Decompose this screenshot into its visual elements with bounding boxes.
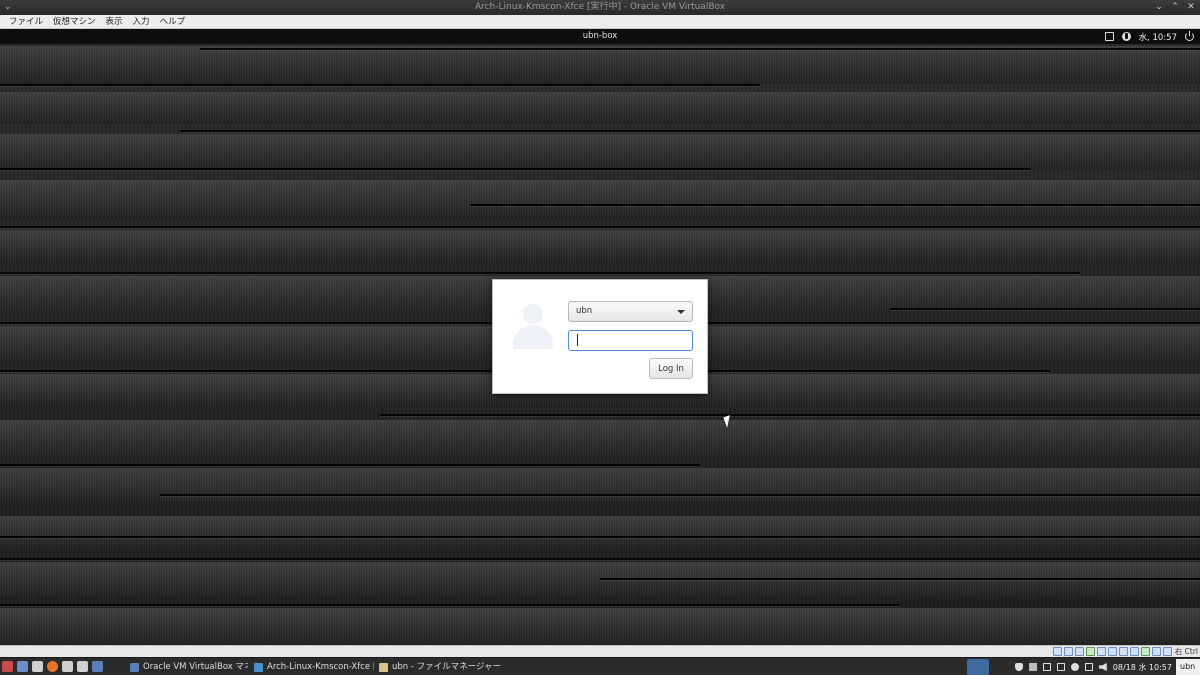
update-icon[interactable]: [1070, 663, 1079, 671]
menu-help[interactable]: ヘルプ: [155, 15, 191, 29]
recording-icon[interactable]: [1130, 647, 1139, 656]
window-menu-icon[interactable]: ⌄: [4, 0, 12, 15]
mouse-integration-icon[interactable]: [1152, 647, 1161, 656]
login-button[interactable]: Log In: [649, 358, 693, 379]
optical-drive-icon[interactable]: [1064, 647, 1073, 656]
taskbar-clock[interactable]: 08/18 水 10:57: [1113, 662, 1172, 673]
user-avatar-icon: [513, 303, 553, 349]
active-app-icon[interactable]: [967, 659, 989, 675]
hdd-icon[interactable]: [1053, 647, 1062, 656]
host-key-label: 右 Ctrl: [1174, 647, 1198, 656]
editor-icon[interactable]: [62, 661, 73, 672]
text-cursor: [577, 334, 578, 346]
window-title: Arch-Linux-Kmscon-Xfce [実行中] - Oracle VM…: [474, 2, 726, 12]
cpu-icon[interactable]: [1141, 647, 1150, 656]
document-icon[interactable]: [77, 661, 88, 672]
minimize-icon[interactable]: ⌄: [1154, 0, 1164, 15]
task-file-manager[interactable]: ubn - ファイルマネージャー: [379, 660, 519, 674]
taskbar-user[interactable]: ubn: [1176, 659, 1200, 675]
close-icon[interactable]: ✕: [1186, 0, 1196, 15]
system-tray: 08/18 水 10:57: [1014, 660, 1172, 674]
vbox-launcher-icon[interactable]: [92, 661, 103, 672]
window-controls: ⌄ ⌃ ✕: [1154, 0, 1196, 15]
keyboard-layout-icon[interactable]: [1104, 32, 1114, 41]
network-icon[interactable]: [1086, 647, 1095, 656]
greeter-indicators: 水, 10:57: [1104, 29, 1194, 44]
volume-icon[interactable]: [1098, 663, 1107, 671]
greeter-top-panel: ubn-box 水, 10:57: [0, 29, 1200, 44]
vbox-menubar: ファイル 仮想マシン 表示 入力 ヘルプ: [0, 15, 1200, 29]
audio-icon[interactable]: [1075, 647, 1084, 656]
desktop-icon[interactable]: [17, 661, 28, 672]
folder-icon[interactable]: [32, 661, 43, 672]
notification-bell-icon[interactable]: [1014, 663, 1023, 671]
user-select[interactable]: ubn: [568, 301, 693, 322]
hostname-label: ubn-box: [582, 31, 618, 41]
password-input[interactable]: [568, 330, 693, 351]
virtualbox-icon: [130, 662, 139, 672]
host-taskbar: Oracle VM VirtualBox マネー... Arch-Linux-K…: [0, 657, 1200, 675]
vbox-statusbar: 右 Ctrl: [0, 645, 1200, 657]
menu-file[interactable]: ファイル: [4, 15, 48, 29]
network-arrows-icon[interactable]: [1042, 663, 1051, 671]
shared-folder-icon[interactable]: [1108, 647, 1117, 656]
menu-view[interactable]: 表示: [101, 15, 128, 29]
power-icon[interactable]: [1185, 31, 1194, 41]
greeter-clock: 水, 10:57: [1138, 32, 1177, 43]
menu-input[interactable]: 入力: [128, 15, 155, 29]
bluetooth-icon[interactable]: [1028, 663, 1037, 671]
host-window-titlebar: ⌄ Arch-Linux-Kmscon-Xfce [実行中] - Oracle …: [0, 0, 1200, 15]
display-tray-icon[interactable]: [1056, 663, 1065, 671]
chevron-down-icon: [677, 310, 685, 314]
user-select-value: ubn: [576, 306, 593, 316]
app-menu-icon[interactable]: [2, 661, 13, 672]
launcher-icons: [2, 661, 103, 672]
vbox-device-icons: [1053, 647, 1172, 656]
task-vm-window[interactable]: Arch-Linux-Kmscon-Xfce [実...: [254, 660, 374, 674]
accessibility-icon[interactable]: [1121, 32, 1131, 41]
maximize-icon[interactable]: ⌃: [1170, 0, 1180, 15]
folder-icon: [379, 662, 388, 672]
display-icon[interactable]: [1119, 647, 1128, 656]
usb-icon[interactable]: [1097, 647, 1106, 656]
arch-linux-icon: [254, 662, 263, 672]
task-vbox-manager[interactable]: Oracle VM VirtualBox マネー...: [130, 660, 248, 674]
clipboard-icon[interactable]: [1084, 663, 1093, 671]
menu-machine[interactable]: 仮想マシン: [48, 15, 101, 29]
keyboard-icon[interactable]: [1163, 647, 1172, 656]
firefox-icon[interactable]: [47, 661, 58, 672]
